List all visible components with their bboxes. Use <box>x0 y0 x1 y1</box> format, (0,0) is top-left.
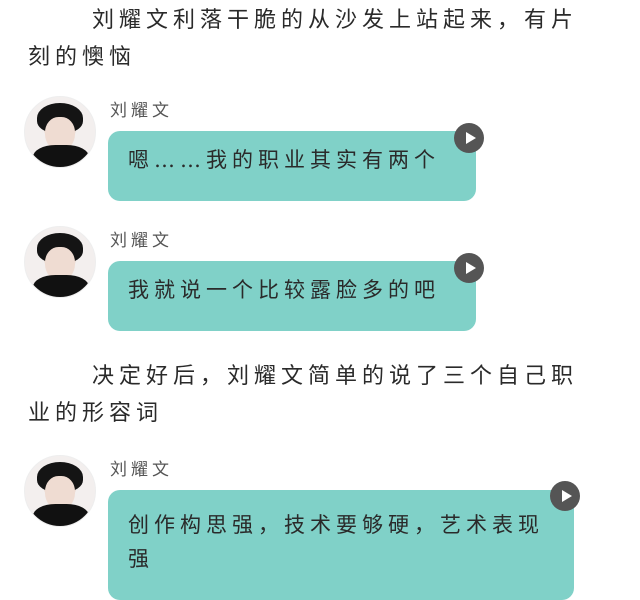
message-text: 嗯……我的职业其实有两个 <box>128 148 440 172</box>
message-bubble[interactable]: 创作构思强，技术要够硬，艺术表现强 <box>108 490 574 600</box>
sender-name: 刘耀文 <box>110 231 173 251</box>
avatar[interactable] <box>24 96 96 168</box>
chat-message-1: 刘耀文 嗯……我的职业其实有两个 <box>24 96 624 206</box>
sender-name: 刘耀文 <box>110 460 173 480</box>
avatar[interactable] <box>24 226 96 298</box>
play-icon[interactable] <box>454 123 484 153</box>
narration-paragraph-2: 决定好后，刘耀文简单的说了三个自己职业的形容词 <box>28 364 579 426</box>
chat-message-2: 刘耀文 我就说一个比较露脸多的吧 <box>24 226 624 336</box>
play-icon[interactable] <box>550 481 580 511</box>
message-bubble[interactable]: 我就说一个比较露脸多的吧 <box>108 261 476 331</box>
play-icon[interactable] <box>454 253 484 283</box>
message-text: 我就说一个比较露脸多的吧 <box>128 278 440 302</box>
avatar[interactable] <box>24 455 96 527</box>
chat-message-3: 刘耀文 创作构思强，技术要够硬，艺术表现强 <box>24 455 624 600</box>
sender-name: 刘耀文 <box>110 101 173 121</box>
message-text: 创作构思强，技术要够硬，艺术表现强 <box>128 513 544 571</box>
message-bubble[interactable]: 嗯……我的职业其实有两个 <box>108 131 476 201</box>
narration-paragraph-1: 刘耀文利落干脆的从沙发上站起来，有片刻的懊恼 <box>28 8 579 70</box>
